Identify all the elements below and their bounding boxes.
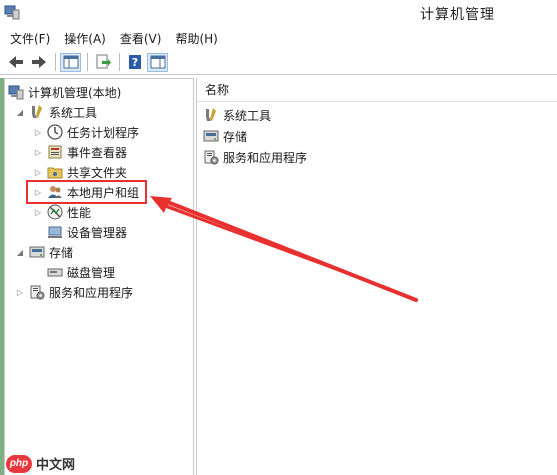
tools-icon	[206, 108, 216, 121]
disk-icon	[47, 268, 63, 277]
list-item-label: 存储	[223, 129, 248, 144]
details-pane: 名称 系统工具 存储 服务和应用程序	[196, 78, 557, 475]
tree-item-storage[interactable]: ◢ 存储	[15, 242, 73, 262]
export-list-icon	[96, 54, 111, 69]
tree-item-task-scheduler[interactable]: ▷ 任务计划程序	[33, 122, 139, 142]
expand-icon[interactable]: ▷	[33, 127, 43, 137]
tree-item-device-manager[interactable]: 设备管理器	[47, 222, 127, 242]
users-icon	[48, 186, 62, 198]
tree-label: 系统工具	[49, 105, 98, 120]
tree-item-root[interactable]: 计算机管理(本地)	[8, 82, 121, 102]
column-header-name[interactable]: 名称	[197, 78, 557, 102]
watermark: php 中文网	[6, 454, 75, 473]
tree-label: 性能	[67, 205, 92, 220]
tree-label: 存储	[49, 245, 74, 260]
list-item-services-apps[interactable]: 服务和应用程序	[203, 147, 307, 167]
column-label: 名称	[205, 83, 230, 97]
performance-icon	[47, 204, 63, 220]
toolbar-separator	[87, 53, 88, 71]
tree-label: 任务计划程序	[67, 125, 140, 140]
help-button[interactable]: ?	[124, 53, 145, 72]
tree-label: 设备管理器	[67, 225, 128, 240]
tree-item-event-viewer[interactable]: ▷ 事件查看器	[33, 142, 127, 162]
watermark-text: 中文网	[36, 458, 76, 473]
tree-label: 计算机管理(本地)	[28, 85, 122, 100]
show-hide-tree-button[interactable]	[60, 52, 81, 72]
properties-view-icon	[150, 55, 165, 69]
tree-item-performance[interactable]: ▷ 性能	[33, 202, 91, 222]
services-icon	[30, 285, 45, 300]
expand-icon[interactable]: ▷	[33, 147, 43, 157]
expand-icon[interactable]: ▷	[15, 287, 25, 297]
computer-management-icon	[8, 85, 24, 100]
list-item-label: 服务和应用程序	[223, 150, 308, 165]
clock-icon	[47, 124, 63, 140]
menu-file[interactable]: 文件(F)	[10, 30, 50, 47]
list-item-system-tools[interactable]: 系统工具	[203, 105, 271, 125]
tree-label: 事件查看器	[67, 145, 128, 160]
tools-icon	[32, 105, 42, 118]
menu-help[interactable]: 帮助(H)	[175, 30, 217, 47]
toolbar-separator	[55, 53, 56, 71]
export-list-button[interactable]	[92, 53, 113, 72]
show-hide-tree-icon	[63, 55, 78, 69]
svg-text:?: ?	[131, 56, 137, 69]
tree-item-system-tools[interactable]: ◢ 系统工具	[15, 102, 97, 122]
tree-item-local-users[interactable]: ▷ 本地用户和组	[33, 182, 139, 202]
toolbar-separator	[119, 53, 120, 71]
forward-icon	[31, 56, 46, 68]
tree-label: 本地用户和组	[67, 185, 140, 200]
list-item-label: 系统工具	[223, 108, 272, 123]
properties-view-button[interactable]	[147, 52, 168, 72]
tree-item-shared-folders[interactable]: ▷ 共享文件夹	[33, 162, 127, 182]
watermark-logo: php	[6, 454, 32, 473]
help-icon: ?	[128, 55, 141, 69]
expand-icon[interactable]: ▷	[33, 167, 43, 177]
tree-label: 磁盘管理	[67, 265, 116, 280]
menu-bar: 文件(F) 操作(A) 查看(V) 帮助(H)	[0, 28, 557, 48]
title-bar: 计算机管理	[0, 0, 557, 26]
back-button[interactable]	[5, 53, 26, 72]
menu-action[interactable]: 操作(A)	[64, 30, 106, 47]
expand-icon[interactable]: ▷	[33, 187, 43, 197]
tree-label: 共享文件夹	[67, 165, 128, 180]
tree-item-disk-management[interactable]: 磁盘管理	[47, 262, 115, 282]
shared-folder-icon	[47, 167, 63, 179]
services-icon	[204, 150, 219, 165]
forward-button[interactable]	[28, 53, 49, 72]
menu-view[interactable]: 查看(V)	[120, 30, 162, 47]
toolbar: ?	[0, 50, 557, 75]
window-title: 计算机管理	[420, 7, 495, 23]
event-viewer-icon	[48, 145, 62, 159]
device-manager-icon	[48, 226, 62, 238]
collapse-icon[interactable]: ◢	[15, 107, 25, 117]
back-icon	[8, 56, 23, 68]
storage-icon	[29, 246, 45, 258]
collapse-icon[interactable]: ◢	[15, 247, 25, 257]
tree-label: 服务和应用程序	[49, 285, 134, 300]
tree-item-services-apps[interactable]: ▷ 服务和应用程序	[15, 282, 133, 302]
expand-icon[interactable]: ▷	[33, 207, 43, 217]
list-item-storage[interactable]: 存储	[203, 126, 247, 146]
storage-icon	[203, 130, 219, 142]
computer-management-icon	[4, 5, 20, 20]
tree-pane: 计算机管理(本地) ◢ 系统工具 ▷ 任务计划程序 ▷ 事件查看器 ▷ 共享文件…	[4, 78, 194, 475]
